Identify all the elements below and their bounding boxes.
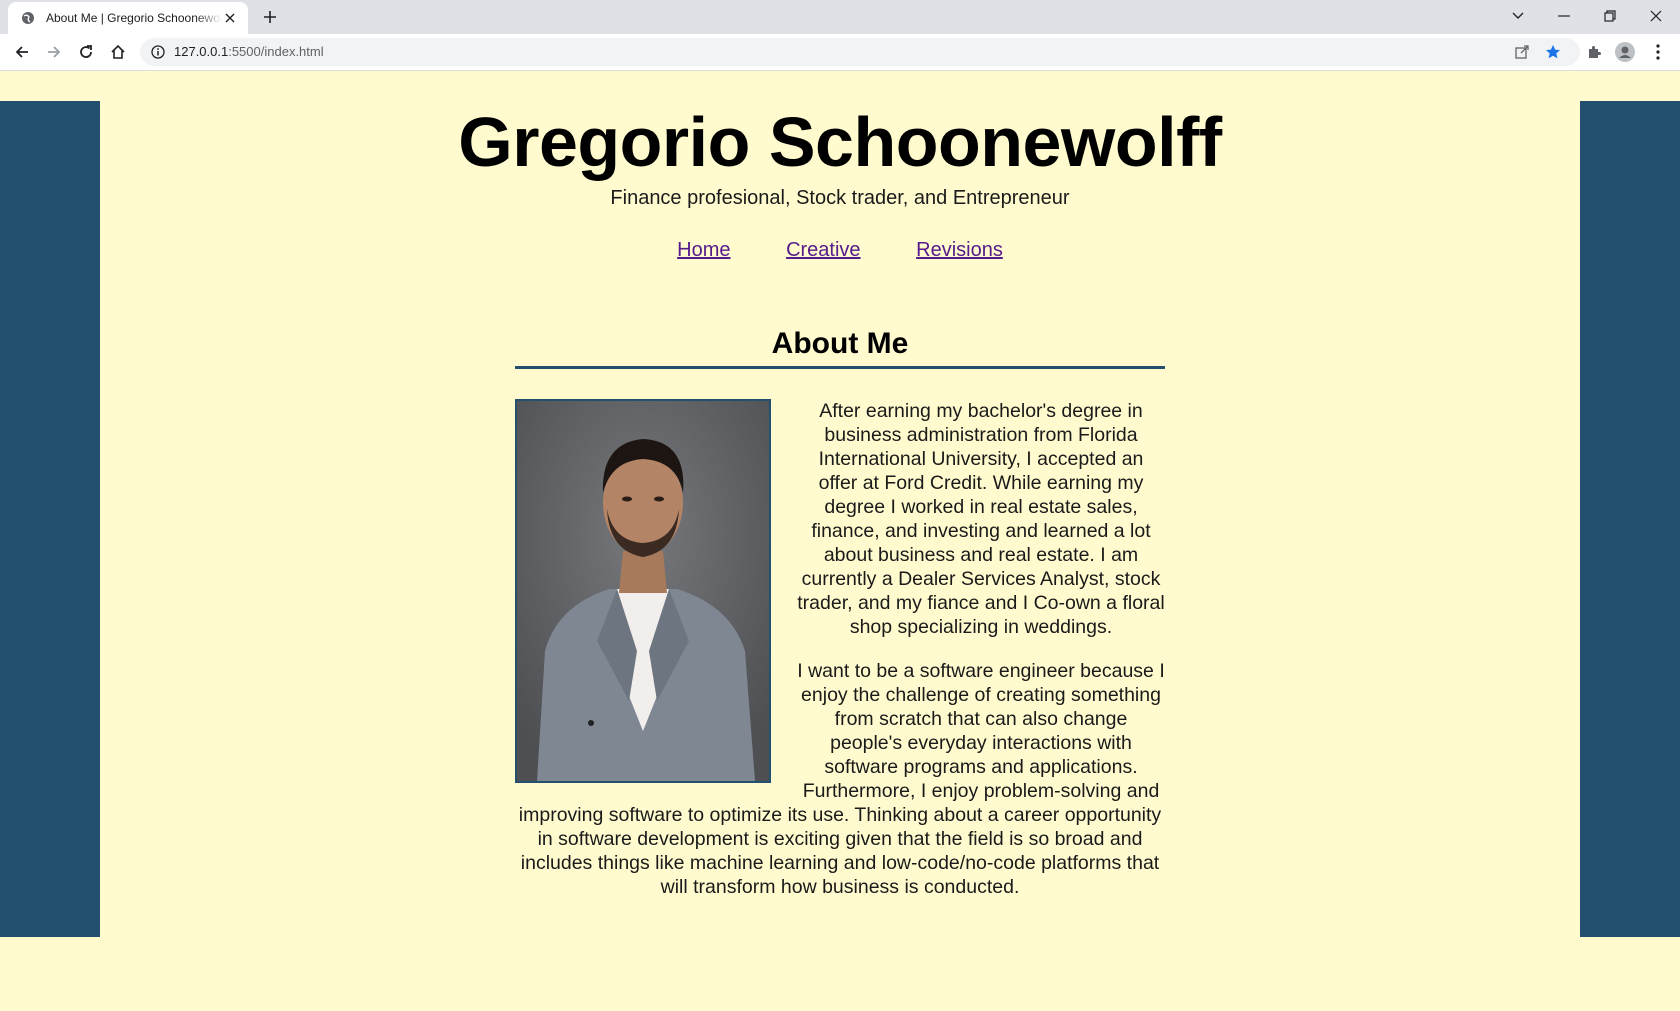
chevron-down-icon[interactable] <box>1504 4 1532 28</box>
share-icon[interactable] <box>1514 44 1530 60</box>
profile-icon[interactable] <box>1613 40 1637 64</box>
page-title: Gregorio Schoonewolff <box>458 103 1222 181</box>
window-close-icon[interactable] <box>1642 4 1670 28</box>
tab-strip: About Me | Gregorio Schoonewolff <box>0 0 1680 34</box>
portrait-photo <box>515 399 771 783</box>
about-article: After earning my bachelor's degree in bu… <box>515 399 1165 919</box>
puzzle-icon[interactable] <box>1582 40 1606 64</box>
plus-icon[interactable] <box>260 7 280 27</box>
browser-toolbar: 127.0.0.1:5500/index.html <box>0 34 1680 71</box>
close-icon[interactable] <box>222 10 238 26</box>
left-side-bar <box>0 101 100 937</box>
menu-icon[interactable] <box>1646 40 1670 64</box>
browser-tab[interactable]: About Me | Gregorio Schoonewolff <box>8 2 248 34</box>
nav-link-home[interactable]: Home <box>677 239 730 261</box>
minimize-icon[interactable] <box>1550 4 1578 28</box>
address-bar[interactable]: 127.0.0.1:5500/index.html <box>140 38 1580 66</box>
tab-title: About Me | Gregorio Schoonewolff <box>46 11 222 25</box>
nav-link-revisions[interactable]: Revisions <box>916 239 1003 261</box>
url-text[interactable]: 127.0.0.1:5500/index.html <box>174 44 324 59</box>
globe-icon <box>20 10 36 26</box>
url-path: :5500/index.html <box>228 44 324 59</box>
restore-icon[interactable] <box>1596 4 1624 28</box>
page-subtitle: Finance profesional, Stock trader, and E… <box>610 187 1070 209</box>
section-title: About Me <box>771 327 909 360</box>
url-host: 127.0.0.1 <box>174 44 229 59</box>
star-icon[interactable] <box>1545 44 1561 60</box>
back-icon[interactable] <box>10 40 34 64</box>
page-viewport: Gregorio Schoonewolff Finance profesiona… <box>0 71 1680 1011</box>
section-divider <box>515 366 1165 369</box>
info-icon[interactable] <box>150 44 166 60</box>
right-side-bar <box>1580 101 1680 937</box>
home-icon[interactable] <box>106 40 130 64</box>
nav-link-creative[interactable]: Creative <box>786 239 860 261</box>
reload-icon[interactable] <box>74 40 98 64</box>
main-nav: Home Creative Revisions <box>0 237 1680 263</box>
forward-icon[interactable] <box>42 40 66 64</box>
